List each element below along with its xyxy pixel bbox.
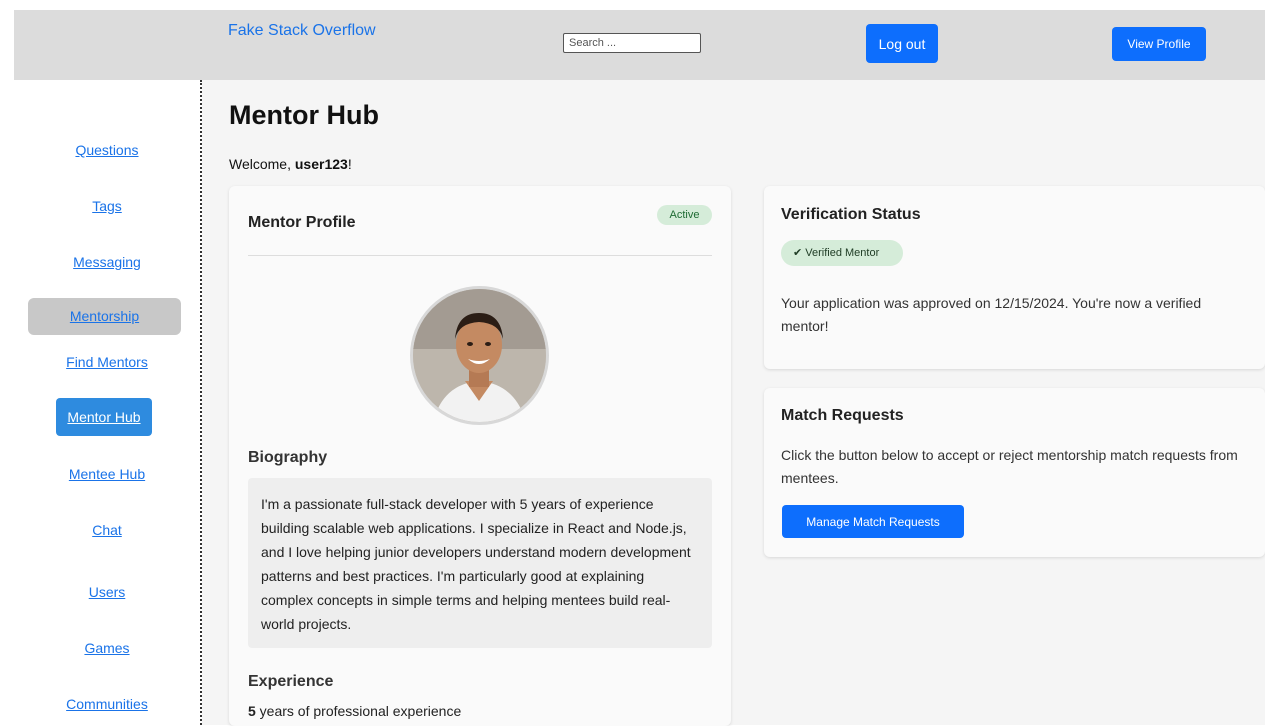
welcome-message: Welcome, user123! <box>229 156 352 172</box>
verified-badge: ✔ Verified Mentor <box>781 240 903 266</box>
sidebar-item-find-mentors[interactable]: Find Mentors <box>14 354 200 370</box>
username: user123 <box>294 156 348 172</box>
welcome-suffix: ! <box>347 156 352 172</box>
experience-heading: Experience <box>248 673 334 690</box>
experience-text: 5 years of professional experience <box>248 703 461 719</box>
experience-suffix: years of professional experience <box>255 703 462 719</box>
sidebar-item-mentorship[interactable]: Mentorship <box>28 298 181 335</box>
sidebar-item-questions[interactable]: Questions <box>14 142 200 158</box>
mentor-profile-title: Mentor Profile <box>248 214 356 231</box>
biography-heading: Biography <box>248 449 328 466</box>
sidebar-item-chat[interactable]: Chat <box>14 522 200 538</box>
manage-match-requests-button[interactable]: Manage Match Requests <box>782 505 964 538</box>
match-requests-title: Match Requests <box>781 407 904 424</box>
avatar-portrait-image <box>413 289 546 422</box>
sidebar-item-messaging[interactable]: Messaging <box>14 254 200 270</box>
avatar <box>410 286 549 425</box>
status-badge: Active <box>657 205 712 225</box>
logout-button[interactable]: Log out <box>866 24 938 63</box>
verification-text: Your application was approved on 12/15/2… <box>781 295 1202 334</box>
sidebar-item-games[interactable]: Games <box>14 640 200 656</box>
sidebar-item-mentee-hub[interactable]: Mentee Hub <box>14 466 200 482</box>
sidebar-item-communities[interactable]: Communities <box>14 696 200 712</box>
profile-divider <box>248 255 712 256</box>
welcome-prefix: Welcome, <box>229 156 295 172</box>
sidebar-item-users[interactable]: Users <box>14 584 200 600</box>
experience-years: 5 <box>248 703 256 719</box>
page-title: Mentor Hub <box>229 100 379 130</box>
verification-title: Verification Status <box>781 206 921 223</box>
view-profile-button[interactable]: View Profile <box>1112 27 1206 61</box>
search-input[interactable] <box>563 33 701 53</box>
sidebar-item-mentor-hub[interactable]: Mentor Hub <box>56 398 152 436</box>
brand-title[interactable]: Fake Stack Overflow <box>228 22 376 40</box>
biography-text: I'm a passionate full-stack developer wi… <box>248 478 712 648</box>
sidebar-item-tags[interactable]: Tags <box>14 198 200 214</box>
match-requests-text: Click the button below to accept or reje… <box>781 447 1238 486</box>
sidebar-divider <box>200 80 202 725</box>
